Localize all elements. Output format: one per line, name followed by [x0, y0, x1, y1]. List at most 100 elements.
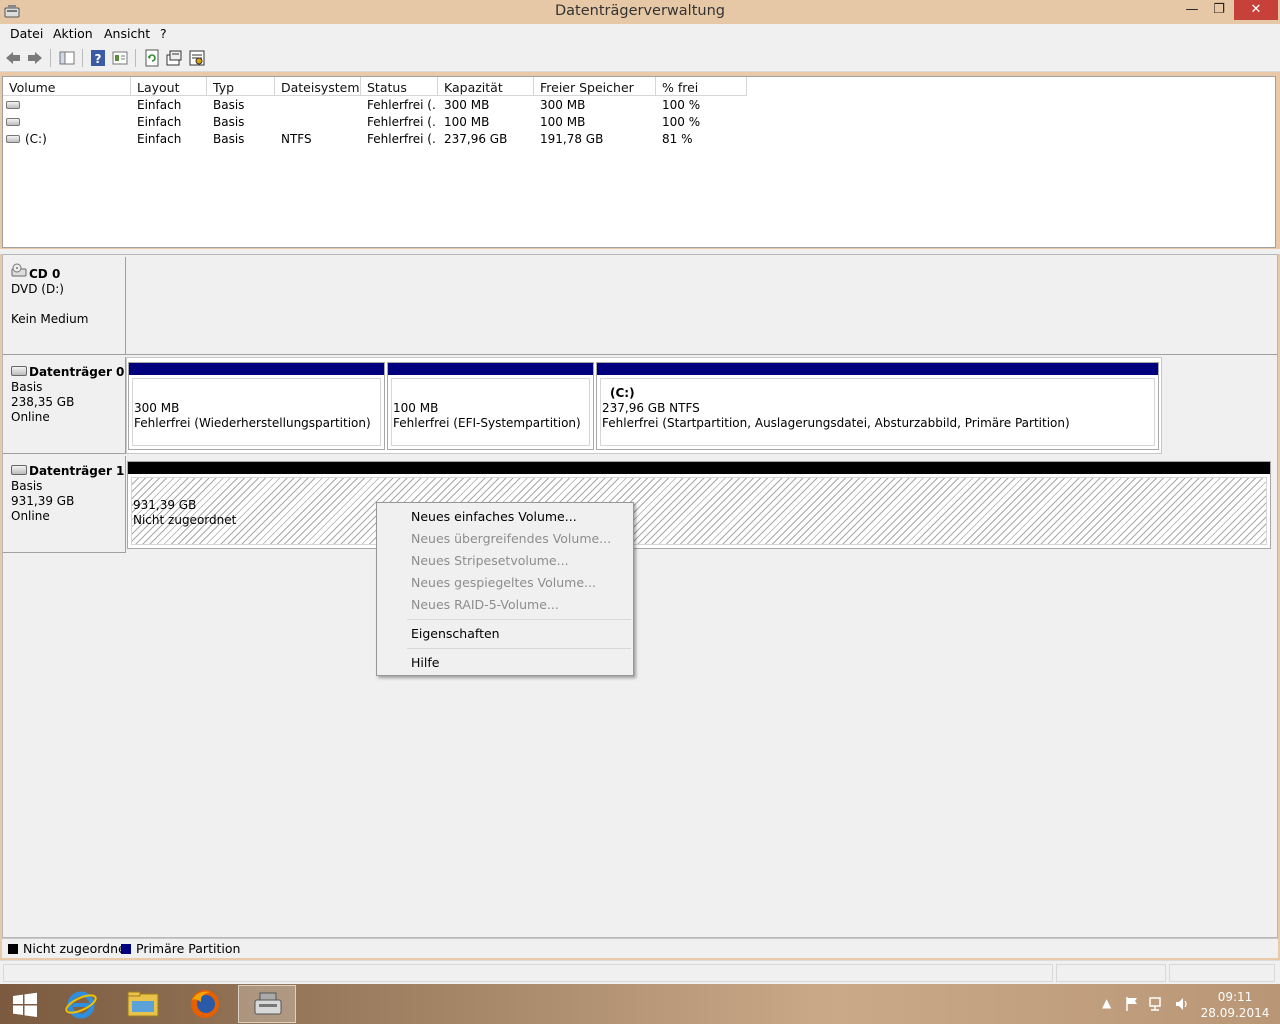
menu-item-new-striped-volume: Neues Stripesetvolume...	[411, 553, 569, 568]
toolbar-separator	[50, 49, 51, 67]
partition-recovery[interactable]: 300 MB Fehlerfrei (Wiederherstellungspar…	[128, 362, 385, 450]
toolbar: ?	[0, 44, 1280, 72]
refresh-icon[interactable]	[143, 49, 161, 67]
tray-overflow-icon[interactable]: ▲	[1102, 996, 1111, 1010]
partition-bar	[129, 363, 384, 375]
rescan-icon[interactable]	[165, 49, 183, 67]
disk-drive-letter: DVD (D:)	[11, 282, 64, 296]
taskbar-disk-management[interactable]	[238, 985, 296, 1023]
close-button[interactable]: ✕	[1234, 0, 1278, 20]
disk-label-cd0[interactable]: CD 0 DVD (D:) Kein Medium	[3, 257, 126, 355]
partition-status: Nicht zugeordnet	[133, 513, 237, 527]
cell-free-space: 100 MB	[540, 115, 586, 129]
taskbar-firefox[interactable]	[176, 985, 234, 1023]
cell-type: Basis	[213, 98, 245, 112]
taskbar-ie[interactable]	[52, 985, 110, 1023]
disk-label-disk0[interactable]: Datenträger 0 Basis 238,35 GB Online	[3, 357, 126, 454]
cell-status: Fehlerfrei (...	[367, 98, 437, 112]
column-percent-free[interactable]: % frei	[656, 77, 747, 96]
menu-item-new-raid5-volume: Neues RAID-5-Volume...	[411, 597, 559, 612]
flag-icon[interactable]	[1124, 996, 1140, 1012]
properties-icon[interactable]	[111, 49, 129, 67]
partition-c[interactable]: (C:) 237,96 GB NTFS Fehlerfrei (Startpar…	[596, 362, 1159, 450]
disk-name: Datenträger 1	[29, 464, 125, 478]
maximize-button[interactable]: ❐	[1206, 0, 1232, 20]
disk-state: Online	[11, 410, 50, 424]
column-volume[interactable]: Volume	[3, 77, 131, 96]
cell-free-space: 300 MB	[540, 98, 586, 112]
cell-free-space: 191,78 GB	[540, 132, 604, 146]
cell-percent-free: 81 %	[662, 132, 693, 146]
menu-datei[interactable]: Datei	[10, 26, 43, 41]
table-row[interactable]: (C:) Einfach Basis NTFS Fehlerfrei (... …	[3, 131, 1275, 148]
disk-view: CD 0 DVD (D:) Kein Medium Datenträger 0 …	[2, 254, 1278, 938]
start-icon[interactable]	[12, 992, 38, 1018]
drive-icon	[6, 101, 20, 109]
svg-text:?: ?	[95, 52, 102, 66]
toolbar-separator	[135, 49, 136, 67]
menu-item-properties[interactable]: Eigenschaften	[411, 626, 500, 641]
disk-label-disk1[interactable]: Datenträger 1 Basis 931,39 GB Online	[3, 456, 126, 553]
legend: Nicht zugeordnet Primäre Partition	[2, 938, 1278, 958]
column-free-space[interactable]: Freier Speicher	[534, 77, 656, 96]
file-explorer-icon	[127, 991, 159, 1017]
console-tree-icon[interactable]	[58, 49, 76, 67]
column-filesystem[interactable]: Dateisystem	[275, 77, 361, 96]
drive-icon	[6, 135, 20, 143]
taskbar-file-explorer[interactable]	[114, 985, 172, 1023]
taskbar: ▲ 09:11 28.09.2014	[0, 984, 1280, 1024]
hard-disk-icon	[11, 366, 27, 376]
status-panel	[3, 964, 1053, 982]
column-type[interactable]: Typ	[207, 77, 275, 96]
unallocated-hatch	[131, 477, 1267, 545]
partition-status: Fehlerfrei (EFI-Systempartition)	[393, 416, 581, 430]
partition-bar	[388, 363, 593, 375]
disk-state: Online	[11, 509, 50, 523]
table-row[interactable]: Einfach Basis Fehlerfrei (... 100 MB 100…	[3, 114, 1275, 131]
partition-status: Fehlerfrei (Startpartition, Auslagerungs…	[602, 416, 1070, 430]
help-icon[interactable]: ?	[89, 49, 107, 67]
menu-ansicht[interactable]: Ansicht	[104, 26, 150, 41]
legend-label-unallocated: Nicht zugeordnet	[23, 941, 131, 956]
table-row[interactable]: Einfach Basis Fehlerfrei (... 300 MB 300…	[3, 97, 1275, 114]
cell-layout: Einfach	[137, 132, 182, 146]
partition-title: (C:)	[610, 386, 635, 400]
forward-arrow-icon[interactable]	[26, 49, 44, 67]
disk0-partitions: 300 MB Fehlerfrei (Wiederherstellungspar…	[126, 357, 1162, 454]
disk-name: CD 0	[29, 267, 61, 281]
partition-size: 931,39 GB	[133, 498, 197, 512]
settings-icon[interactable]	[188, 49, 206, 67]
title-bar: Datenträgerverwaltung — ❐ ✕	[0, 0, 1280, 24]
cd0-area	[126, 257, 1277, 355]
drive-icon	[6, 118, 20, 126]
clock-time[interactable]: 09:11	[1200, 990, 1270, 1004]
status-panel	[1056, 964, 1166, 982]
volume-icon[interactable]	[1174, 996, 1190, 1012]
network-icon[interactable]	[1148, 996, 1166, 1012]
menu-item-new-mirrored-volume: Neues gespiegeltes Volume...	[411, 575, 596, 590]
partition-unallocated[interactable]: 931,39 GB Nicht zugeordnet	[127, 461, 1271, 549]
column-layout[interactable]: Layout	[131, 77, 207, 96]
cell-volume: (C:)	[25, 132, 47, 146]
menu-help[interactable]: ?	[160, 26, 167, 41]
cell-capacity: 100 MB	[444, 115, 490, 129]
disk-size: 238,35 GB	[11, 395, 75, 409]
partition-bar	[128, 462, 1270, 474]
partition-efi[interactable]: 100 MB Fehlerfrei (EFI-Systempartition)	[387, 362, 594, 450]
disk-type: Basis	[11, 479, 43, 493]
menu-aktion[interactable]: Aktion	[53, 26, 93, 41]
back-arrow-icon[interactable]	[4, 49, 22, 67]
firefox-icon	[191, 990, 219, 1018]
menu-item-help[interactable]: Hilfe	[411, 655, 439, 670]
partition-size: 100 MB	[393, 401, 439, 415]
cell-status: Fehlerfrei (...	[367, 132, 437, 146]
cell-capacity: 300 MB	[444, 98, 490, 112]
column-status[interactable]: Status	[361, 77, 438, 96]
clock-date[interactable]: 28.09.2014	[1200, 1006, 1270, 1020]
column-capacity[interactable]: Kapazität	[438, 77, 534, 96]
menu-separator	[407, 648, 631, 649]
partition-size: 237,96 GB NTFS	[602, 401, 700, 415]
minimize-button[interactable]: —	[1178, 0, 1206, 20]
legend-swatch-unallocated	[8, 944, 18, 954]
menu-item-new-simple-volume[interactable]: Neues einfaches Volume...	[411, 509, 577, 524]
